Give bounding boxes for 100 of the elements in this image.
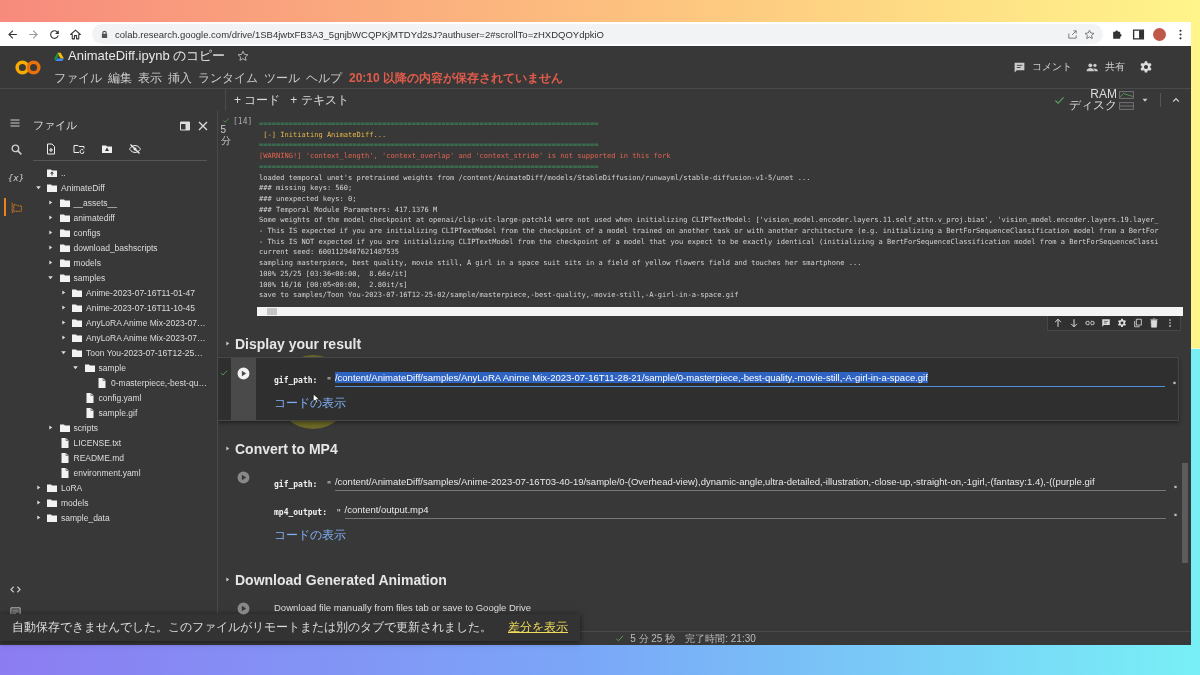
trash-icon[interactable] <box>1149 317 1159 328</box>
show-code-link[interactable]: コードの表示 <box>274 394 346 412</box>
move-down-icon[interactable] <box>1069 317 1079 328</box>
handle-icon[interactable] <box>1171 379 1178 387</box>
tree-item[interactable]: environment.yaml <box>45 465 217 480</box>
menu-item[interactable]: ファイル <box>54 70 102 87</box>
tree-item[interactable]: models <box>45 255 217 270</box>
tree-item[interactable]: configs <box>45 225 217 240</box>
vertical-scrollbar[interactable] <box>1182 463 1188 563</box>
expand-arrow-icon[interactable] <box>47 229 54 236</box>
tree-item[interactable]: scripts <box>45 420 217 435</box>
back-icon[interactable] <box>6 27 19 41</box>
tree-item[interactable]: sample <box>70 360 217 375</box>
expand-arrow-icon[interactable] <box>47 214 54 221</box>
show-code-link[interactable]: コードの表示 <box>274 526 346 544</box>
share-button[interactable]: 共有 <box>1086 60 1125 74</box>
expand-arrow-icon[interactable] <box>59 334 67 341</box>
tree-item[interactable]: sample.gif <box>70 405 217 420</box>
expand-arrow-icon[interactable] <box>47 244 54 251</box>
add-cell-button[interactable]: + テキスト <box>285 91 354 109</box>
run-button-icon[interactable] <box>237 601 250 615</box>
run-button-icon[interactable] <box>237 470 250 484</box>
terminal-icon[interactable] <box>9 606 21 617</box>
expand-arrow-icon[interactable] <box>59 319 67 326</box>
menu-item[interactable]: ランタイム <box>198 70 258 87</box>
tree-item[interactable]: LoRA <box>33 480 217 495</box>
settings-icon[interactable] <box>1139 60 1153 74</box>
comment-icon[interactable] <box>1101 317 1111 328</box>
window-icon[interactable] <box>179 119 191 132</box>
expand-arrow-icon[interactable] <box>224 340 231 348</box>
expand-arrow-icon[interactable] <box>47 259 54 266</box>
tree-item[interactable]: samples <box>45 270 217 285</box>
logo-icon[interactable] <box>14 58 42 76</box>
tree-item[interactable]: Anime-2023-07-16T11-01-47 <box>58 285 217 300</box>
expand-arrow-icon[interactable] <box>59 289 67 296</box>
handle-icon[interactable] <box>1172 483 1179 491</box>
code-icon[interactable] <box>9 584 21 595</box>
bookmark-star-icon[interactable] <box>1084 28 1095 40</box>
resources-button[interactable]: RAM ディスク <box>1054 89 1134 111</box>
collapse-arrow-icon[interactable] <box>34 184 42 191</box>
menu-item[interactable]: 編集 <box>108 70 132 87</box>
upload-file-icon[interactable] <box>45 143 57 155</box>
expand-arrow-icon[interactable] <box>47 199 54 206</box>
hidden-eye-icon[interactable] <box>129 143 141 155</box>
star-icon[interactable] <box>237 50 250 62</box>
text-field[interactable]: /content/AnimateDiff/samples/AnyLoRA Anime Mix-2023-07-16T11-28-21/sample/0-masterpiece,-best-quality,-movie-still,-A-girl-in-a-space.gif <box>334 366 1165 387</box>
handle-icon[interactable] <box>1172 511 1179 519</box>
tree-item[interactable]: download_bashscripts <box>45 240 217 255</box>
copy-icon[interactable] <box>1133 317 1143 328</box>
move-up-icon[interactable] <box>1053 317 1063 328</box>
text-field[interactable]: /content/output.mp4 <box>344 498 1166 519</box>
home-icon[interactable] <box>69 27 82 41</box>
forward-icon[interactable] <box>27 27 40 41</box>
extensions-icon[interactable] <box>1111 27 1124 41</box>
tree-item[interactable]: AnimateDiff <box>33 180 217 195</box>
show-diff-link[interactable]: 差分を表示 <box>508 619 568 636</box>
comment-button[interactable]: コメント <box>1013 60 1072 74</box>
tree-item[interactable]: .. <box>33 165 217 180</box>
tree-item[interactable]: models <box>33 495 217 510</box>
settings-icon[interactable] <box>1117 317 1127 328</box>
scroll-thumb[interactable] <box>267 307 277 315</box>
avatar[interactable] <box>1153 27 1166 41</box>
tree-item[interactable]: AnyLoRA Anime Mix-2023-07… <box>58 315 217 330</box>
expand-arrow-icon[interactable] <box>47 424 54 431</box>
menu-item[interactable]: 表示 <box>138 70 162 87</box>
collapse-arrow-icon[interactable] <box>47 274 54 281</box>
tree-item[interactable]: AnyLoRA Anime Mix-2023-07… <box>58 330 217 345</box>
menu-icon[interactable] <box>9 117 21 129</box>
expand-arrow-icon[interactable] <box>59 304 67 311</box>
tree-item[interactable]: LICENSE.txt <box>45 435 217 450</box>
expand-arrow-icon[interactable] <box>224 576 231 584</box>
tree-item[interactable]: README.md <box>45 450 217 465</box>
tree-item[interactable]: Anime-2023-07-16T11-10-45 <box>58 300 217 315</box>
menu-item[interactable]: 挿入 <box>168 70 192 87</box>
collapse-arrow-icon[interactable] <box>72 364 79 371</box>
variables-button[interactable]: {x} <box>4 169 26 187</box>
expand-arrow-icon[interactable] <box>34 499 42 506</box>
collapse-arrow-icon[interactable] <box>59 349 67 356</box>
notebook-title[interactable]: AnimateDiff.ipynb のコピー <box>68 47 226 65</box>
expand-arrow-icon[interactable] <box>224 445 231 453</box>
address-bar[interactable]: colab.research.google.com/drive/1SB4jwtxFB3A3_5gnjbWCQPKjMTDYd2sJ?authuser=2#scrollTo=zHXDQOYdpkiO <box>92 24 1103 44</box>
reload-icon[interactable] <box>48 27 61 41</box>
drive-folder-icon[interactable] <box>101 143 113 155</box>
share-icon[interactable] <box>1067 28 1078 40</box>
side-panel-icon[interactable] <box>1132 27 1145 41</box>
expand-arrow-icon[interactable] <box>34 514 42 521</box>
collapse-icon[interactable] <box>1171 95 1181 105</box>
add-cell-button[interactable]: + コード <box>229 91 286 109</box>
tree-item[interactable]: 0-masterpiece,-best-qu… <box>83 375 217 390</box>
refresh-folder-icon[interactable] <box>73 143 85 155</box>
tree-item[interactable]: __assets__ <box>45 195 217 210</box>
tree-item[interactable]: config.yaml <box>70 390 217 405</box>
close-icon[interactable] <box>197 119 209 132</box>
expand-arrow-icon[interactable] <box>34 484 42 491</box>
menu-item[interactable]: ツール <box>264 70 300 87</box>
horizontal-scrollbar[interactable] <box>257 306 1183 316</box>
tree-item[interactable]: sample_data <box>33 510 217 525</box>
tree-item[interactable]: Toon You-2023-07-16T12-25… <box>58 345 217 360</box>
tree-item[interactable]: animatediff <box>45 210 217 225</box>
menu-item[interactable]: ヘルプ <box>306 70 342 87</box>
